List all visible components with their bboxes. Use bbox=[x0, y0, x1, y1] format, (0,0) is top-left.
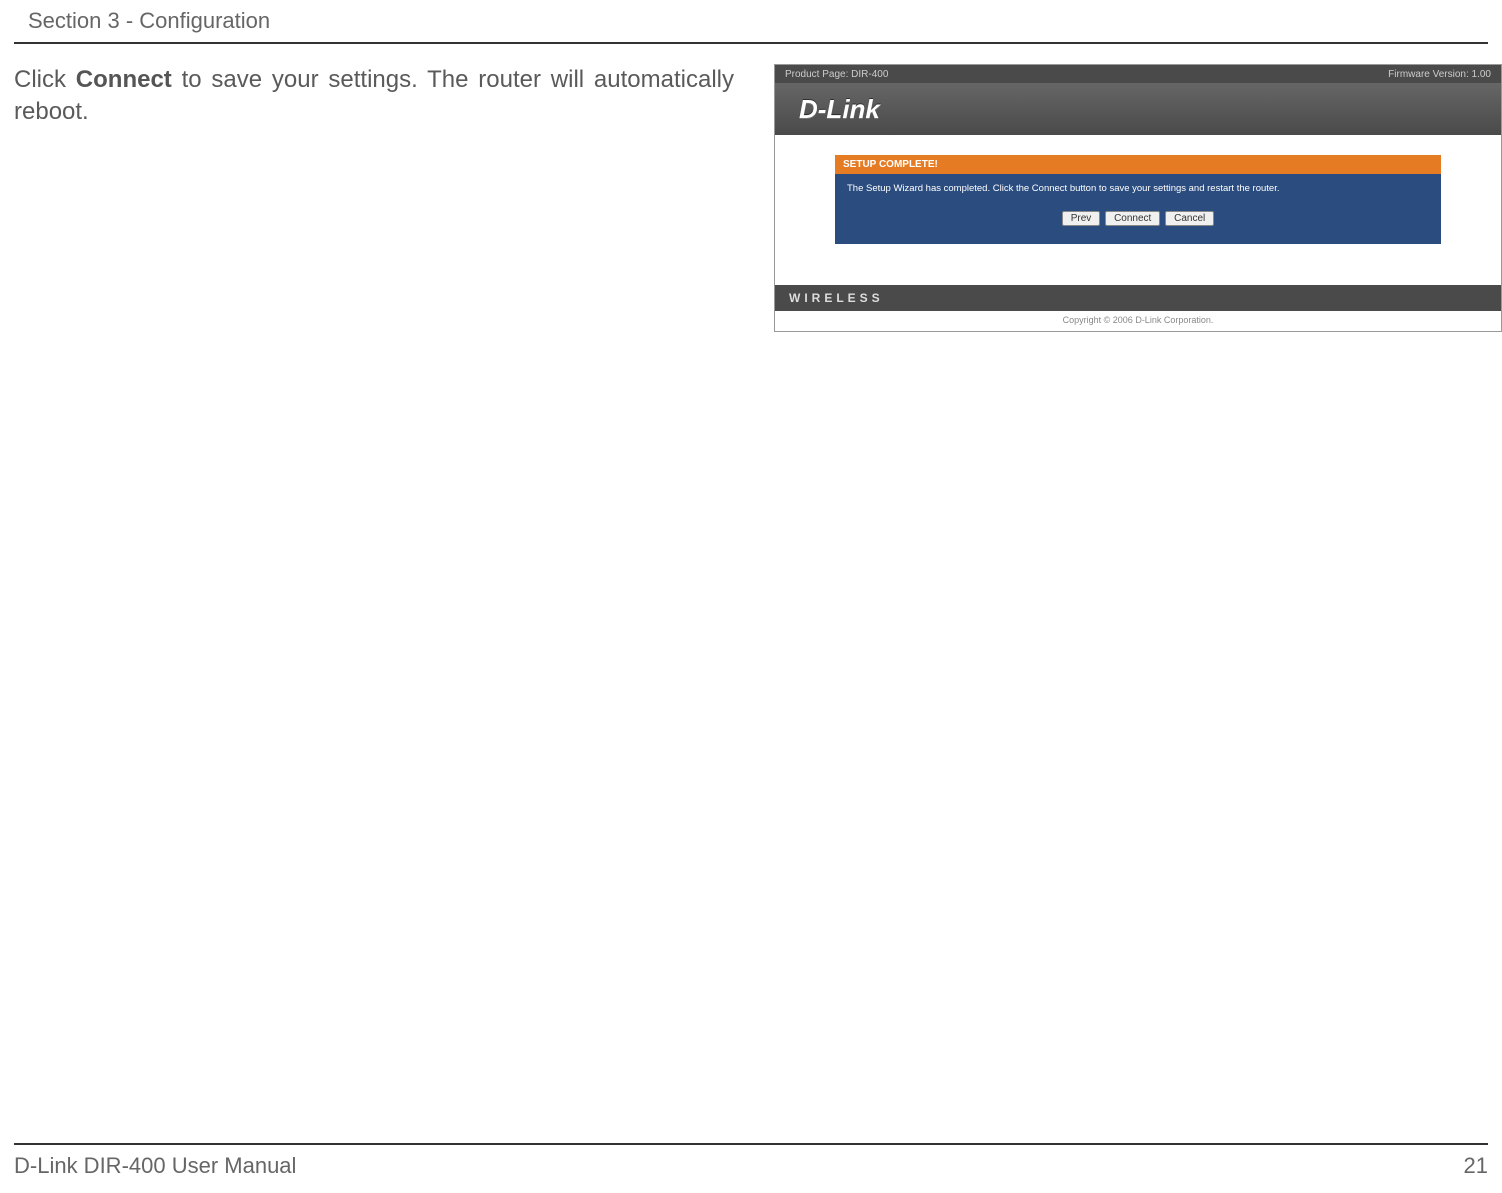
section-label: Section 3 - Configuration bbox=[28, 8, 270, 33]
panel-message: The Setup Wizard has completed. Click th… bbox=[847, 182, 1429, 195]
logo-bar: D-Link bbox=[775, 83, 1501, 135]
button-row: Prev Connect Cancel bbox=[847, 211, 1429, 226]
panel-title: SETUP COMPLETE! bbox=[835, 155, 1441, 174]
instruction-bold: Connect bbox=[76, 66, 172, 93]
firmware-version-label: Firmware Version: 1.00 bbox=[1388, 69, 1491, 80]
footer-manual-name: D-Link DIR-400 User Manual bbox=[14, 1153, 296, 1179]
bottom-bar: WIRELESS bbox=[775, 285, 1501, 311]
panel-body: The Setup Wizard has completed. Click th… bbox=[835, 174, 1441, 244]
instruction-paragraph: Click Connect to save your settings. The… bbox=[14, 64, 734, 332]
bottom-bar-text: WIRELESS bbox=[789, 291, 884, 305]
dlink-logo: D-Link bbox=[799, 94, 880, 125]
copyright-text: Copyright © 2006 D-Link Corporation. bbox=[775, 311, 1501, 331]
connect-button[interactable]: Connect bbox=[1105, 211, 1160, 226]
page-header: Section 3 - Configuration bbox=[14, 0, 1488, 44]
product-page-label: Product Page: DIR-400 bbox=[785, 69, 888, 80]
router-screenshot: Product Page: DIR-400 Firmware Version: … bbox=[774, 64, 1502, 332]
screenshot-top-bar: Product Page: DIR-400 Firmware Version: … bbox=[775, 65, 1501, 83]
main-panel-area: SETUP COMPLETE! The Setup Wizard has com… bbox=[775, 135, 1501, 285]
prev-button[interactable]: Prev bbox=[1062, 211, 1101, 226]
cancel-button[interactable]: Cancel bbox=[1165, 211, 1214, 226]
page-footer: D-Link DIR-400 User Manual 21 bbox=[14, 1143, 1488, 1179]
content-area: Click Connect to save your settings. The… bbox=[0, 44, 1502, 332]
footer-page-number: 21 bbox=[1464, 1153, 1488, 1179]
instruction-prefix: Click bbox=[14, 66, 76, 93]
